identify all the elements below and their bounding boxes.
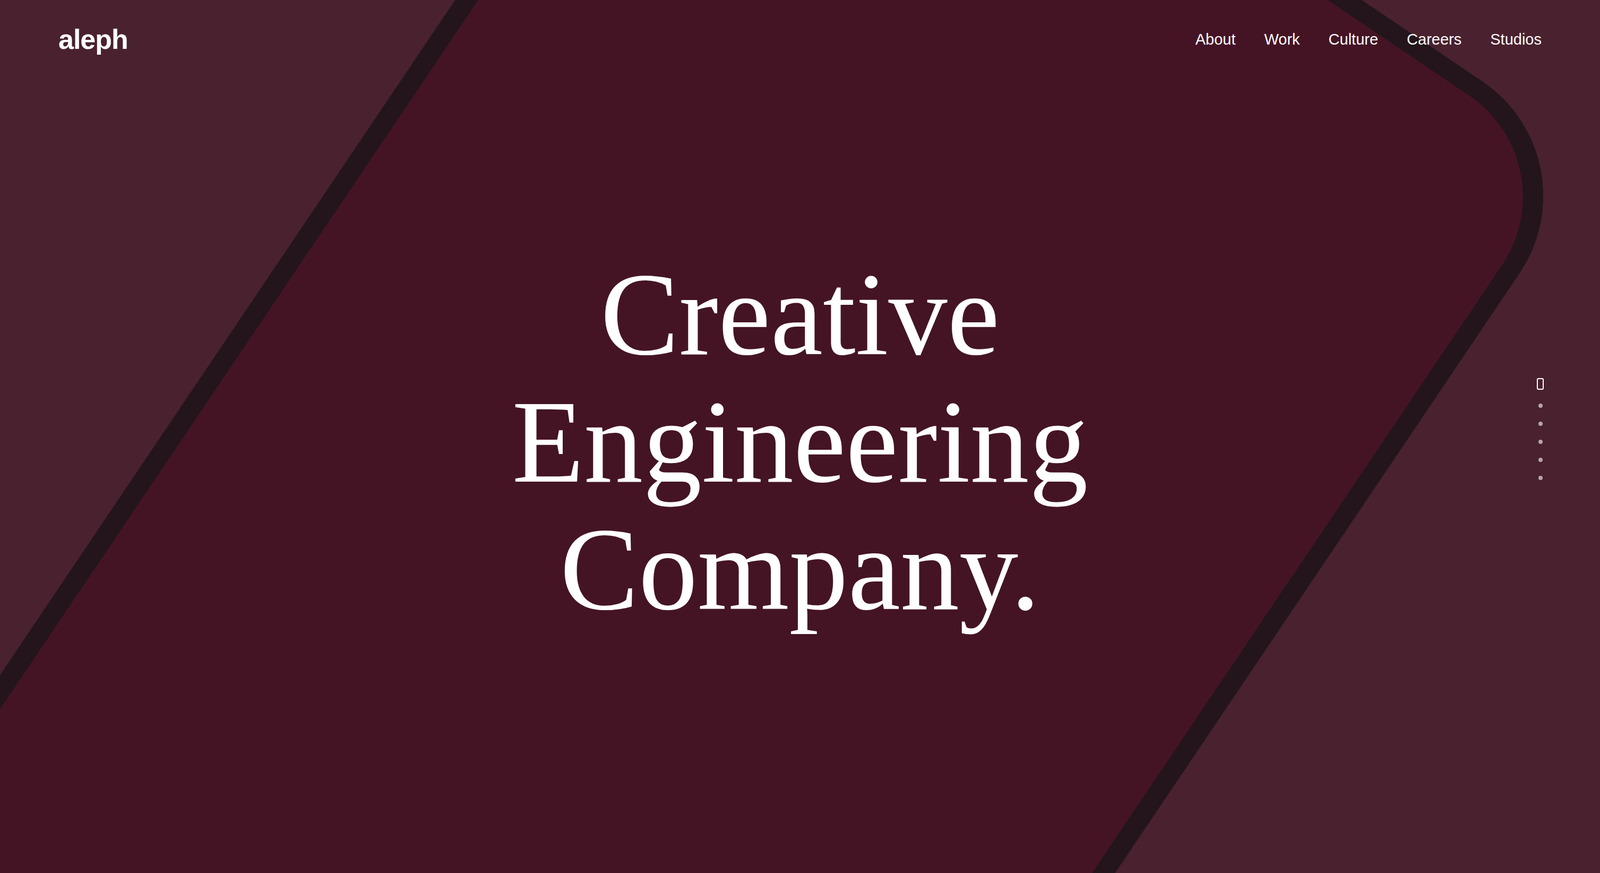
headline: CreativeEngineeringCompany. <box>512 250 1089 633</box>
nav-link[interactable]: Studios <box>1490 31 1542 48</box>
headline-line: Engineering <box>512 377 1089 506</box>
nav-link[interactable]: Careers <box>1406 31 1462 48</box>
headline-line: Company. <box>512 505 1089 633</box>
main-nav: About Work Culture Careers Studios <box>1195 31 1542 48</box>
pagination-dot[interactable] <box>1538 457 1543 462</box>
logo[interactable]: aleph <box>58 25 128 54</box>
pagination-dot[interactable] <box>1538 403 1543 408</box>
nav-link[interactable]: About <box>1195 31 1236 48</box>
nav-link[interactable]: Work <box>1263 31 1300 48</box>
pagination-dot[interactable] <box>1538 439 1543 444</box>
headline-line: Creative <box>512 250 1089 378</box>
nav-link[interactable]: Culture <box>1328 31 1379 48</box>
pagination-dot[interactable] <box>1538 475 1543 480</box>
pagination-dot[interactable] <box>1536 377 1544 390</box>
pagination-dot[interactable] <box>1538 421 1543 426</box>
